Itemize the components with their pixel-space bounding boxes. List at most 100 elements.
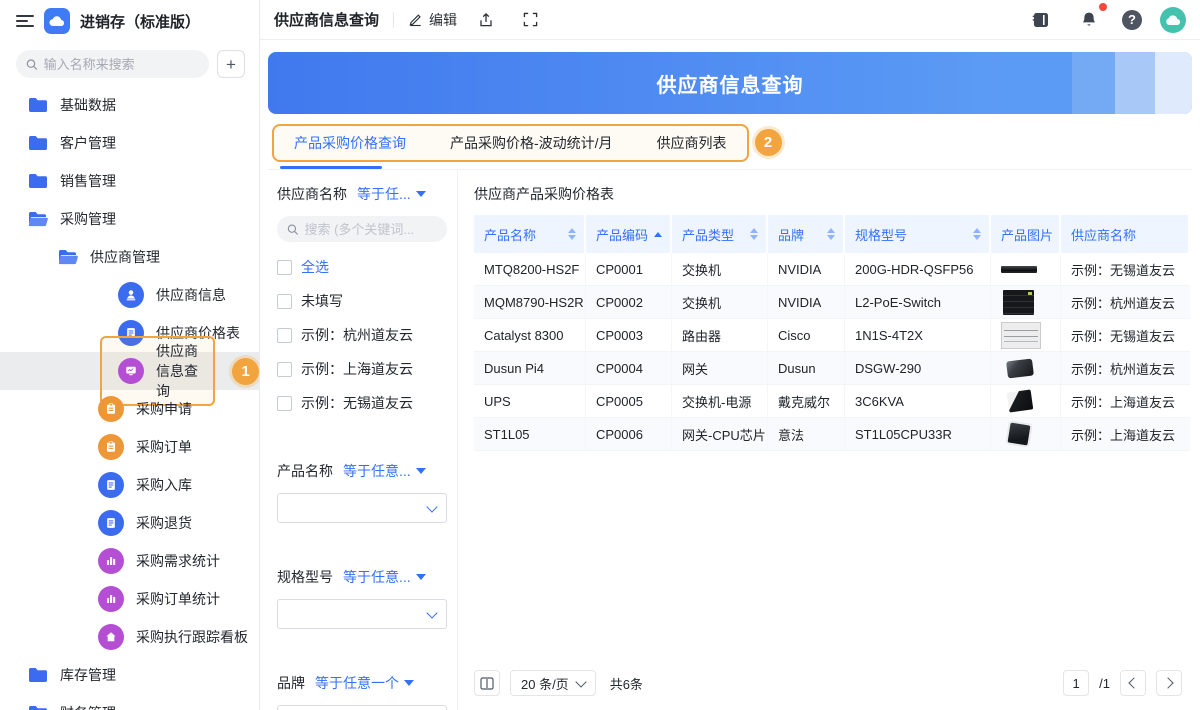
sidebar-item-label: 采购执行跟踪看板 bbox=[136, 627, 248, 647]
column-header-product-code[interactable]: 产品编码 bbox=[586, 215, 672, 253]
sidebar-item-basic-data[interactable]: 基础数据 bbox=[0, 86, 259, 124]
spec-filter: 规格型号 等于任意... bbox=[277, 567, 447, 629]
checkbox[interactable] bbox=[277, 260, 292, 275]
sidebar-item-sales-mgmt[interactable]: 销售管理 bbox=[0, 162, 259, 200]
sidebar: 进销存（标准版） + 基础数据 客户管理 销售管理 bbox=[0, 0, 260, 710]
column-header-supplier-name: 供应商名称 bbox=[1061, 215, 1190, 253]
topbar: 供应商信息查询 编辑 ? bbox=[260, 0, 1200, 40]
sidebar-item-supplier-info[interactable]: 供应商信息 bbox=[0, 276, 259, 314]
cell-spec: 3C6KVA bbox=[845, 385, 991, 418]
checkbox[interactable] bbox=[277, 396, 292, 411]
folder-icon bbox=[28, 667, 48, 683]
menu-toggle-icon[interactable] bbox=[16, 15, 34, 27]
operator-dropdown[interactable]: 等于任意... bbox=[343, 567, 426, 587]
sort-icons[interactable] bbox=[562, 228, 576, 240]
column-header-product-type[interactable]: 产品类型 bbox=[672, 215, 768, 253]
supplier-filter-search[interactable] bbox=[277, 216, 447, 242]
fullscreen-button[interactable] bbox=[515, 6, 545, 34]
product-image-thumbnail[interactable] bbox=[1001, 421, 1041, 448]
brand-select[interactable] bbox=[277, 705, 447, 710]
sidebar-header: 进销存（标准版） bbox=[0, 0, 259, 40]
add-button[interactable]: + bbox=[217, 50, 245, 78]
column-header-spec[interactable]: 规格型号 bbox=[845, 215, 991, 253]
sidebar-item-purchase-tracking-board[interactable]: 采购执行跟踪看板 bbox=[0, 618, 259, 656]
sidebar-item-purchase-request[interactable]: 采购申请 bbox=[0, 390, 259, 428]
bar-chart-icon bbox=[98, 586, 124, 612]
cell-supplier-name: 示例：杭州道友云 bbox=[1061, 286, 1190, 319]
sidebar-item-supplier-info-query[interactable]: 供应商信息查询 1 bbox=[0, 352, 259, 390]
edit-button[interactable]: 编辑 bbox=[408, 10, 457, 30]
tab-supplier-list[interactable]: 供应商列表 bbox=[657, 133, 727, 153]
share-button[interactable] bbox=[471, 6, 501, 34]
checkbox-supplier-wuxi[interactable]: 示例：无锡道友云 bbox=[277, 393, 447, 413]
sidebar-item-supplier-mgmt[interactable]: 供应商管理 bbox=[0, 238, 259, 276]
sidebar-search-input[interactable] bbox=[44, 57, 199, 72]
table-layout-button[interactable] bbox=[474, 670, 500, 696]
cell-brand: Cisco bbox=[768, 319, 845, 352]
avatar[interactable] bbox=[1160, 7, 1186, 33]
prev-page-button[interactable] bbox=[1120, 670, 1146, 696]
checkbox[interactable] bbox=[277, 362, 292, 377]
cell-brand: 戴克威尔 bbox=[768, 385, 845, 418]
cell-product-image bbox=[991, 319, 1061, 352]
checkbox[interactable] bbox=[277, 328, 292, 343]
expand-icon bbox=[523, 12, 538, 27]
product-image-thumbnail[interactable] bbox=[1001, 322, 1041, 349]
sidebar-item-label: 采购入库 bbox=[136, 475, 192, 495]
sort-icons[interactable] bbox=[744, 228, 758, 240]
notifications-button[interactable] bbox=[1074, 6, 1104, 34]
sidebar-item-inventory-mgmt[interactable]: 库存管理 bbox=[0, 656, 259, 694]
checkbox[interactable] bbox=[277, 294, 292, 309]
sidebar-item-finance-mgmt[interactable]: 财务管理 bbox=[0, 694, 259, 710]
operator-dropdown[interactable]: 等于任... bbox=[357, 184, 426, 204]
search-icon bbox=[287, 223, 298, 236]
product-name-select[interactable] bbox=[277, 493, 447, 523]
sidebar-item-purchase-demand-stats[interactable]: 采购需求统计 bbox=[0, 542, 259, 580]
table-title: 供应商产品采购价格表 bbox=[474, 184, 1190, 204]
column-header-product-name[interactable]: 产品名称 bbox=[474, 215, 586, 253]
sort-icons-asc[interactable] bbox=[648, 232, 662, 237]
edit-button-label: 编辑 bbox=[429, 10, 457, 30]
sidebar-search[interactable] bbox=[16, 50, 209, 78]
sidebar-item-label: 采购管理 bbox=[60, 209, 116, 229]
sidebar-item-purchase-return[interactable]: 采购退货 bbox=[0, 504, 259, 542]
sort-icons[interactable] bbox=[821, 228, 835, 240]
page-title: 供应商信息查询 bbox=[274, 9, 379, 30]
cell-product-type: 交换机 bbox=[672, 286, 768, 319]
column-header-brand[interactable]: 品牌 bbox=[768, 215, 845, 253]
sidebar-item-label: 库存管理 bbox=[60, 665, 116, 685]
pencil-icon bbox=[408, 12, 423, 27]
sidebar-item-customer-mgmt[interactable]: 客户管理 bbox=[0, 124, 259, 162]
help-button[interactable]: ? bbox=[1122, 10, 1142, 30]
sidebar-item-purchase-inbound[interactable]: 采购入库 bbox=[0, 466, 259, 504]
sidebar-item-purchase-mgmt[interactable]: 采购管理 bbox=[0, 200, 259, 238]
current-page-input[interactable]: 1 bbox=[1063, 670, 1089, 696]
document-icon bbox=[98, 472, 124, 498]
sidebar-item-purchase-order[interactable]: 采购订单 bbox=[0, 428, 259, 466]
product-image-thumbnail[interactable] bbox=[1001, 289, 1041, 316]
checkbox-supplier-shanghai[interactable]: 示例：上海道友云 bbox=[277, 359, 447, 379]
cell-supplier-name: 示例：杭州道友云 bbox=[1061, 352, 1190, 385]
pagination-bar: 20 条/页 共6条 1 /1 bbox=[474, 670, 1182, 696]
sidebar-item-label: 采购需求统计 bbox=[136, 551, 220, 571]
cell-product-code: CP0001 bbox=[586, 253, 672, 286]
supplier-search-input[interactable] bbox=[304, 222, 437, 237]
tab-product-purchase-price-query[interactable]: 产品采购价格查询 bbox=[294, 133, 406, 153]
spec-select[interactable] bbox=[277, 599, 447, 629]
page-size-select[interactable]: 20 条/页 bbox=[510, 670, 596, 696]
product-image-thumbnail[interactable] bbox=[1001, 256, 1041, 283]
operator-dropdown[interactable]: 等于任意... bbox=[343, 461, 426, 481]
tab-price-fluctuation-monthly[interactable]: 产品采购价格-波动统计/月 bbox=[450, 133, 613, 153]
checkbox-supplier-hangzhou[interactable]: 示例：杭州道友云 bbox=[277, 325, 447, 345]
cell-product-type: 交换机 bbox=[672, 253, 768, 286]
sort-icons[interactable] bbox=[967, 228, 981, 240]
product-image-thumbnail[interactable] bbox=[1001, 355, 1041, 382]
checkbox-not-filled[interactable]: 未填写 bbox=[277, 291, 447, 311]
notebook-panel-button[interactable] bbox=[1026, 6, 1056, 34]
sidebar-item-label: 销售管理 bbox=[60, 171, 116, 191]
checkbox-select-all[interactable]: 全选 bbox=[277, 257, 447, 277]
operator-dropdown[interactable]: 等于任意一个 bbox=[315, 673, 414, 693]
next-page-button[interactable] bbox=[1156, 670, 1182, 696]
sidebar-item-purchase-order-stats[interactable]: 采购订单统计 bbox=[0, 580, 259, 618]
product-image-thumbnail[interactable] bbox=[1001, 388, 1041, 415]
